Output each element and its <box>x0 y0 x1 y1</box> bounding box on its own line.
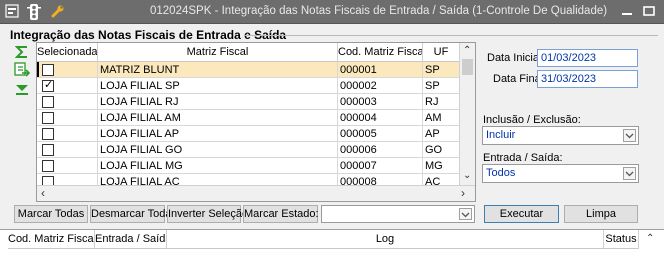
chevron-down-icon[interactable] <box>623 129 636 142</box>
column-header-uf[interactable]: UF <box>423 43 460 62</box>
grid-horizontal-scrollbar[interactable]: ‹ › <box>37 185 475 201</box>
selecionada-cell <box>37 62 98 78</box>
scroll-left-icon[interactable]: ‹ <box>41 187 45 199</box>
selecionada-cell <box>37 158 98 174</box>
uf-cell: MG <box>423 158 460 174</box>
table-row[interactable]: LOJA FILIAL AM 000004 AM <box>37 110 460 126</box>
title-bar: 012024SPK - Integração das Notas Fiscais… <box>0 0 664 24</box>
uf-cell: GO <box>423 142 460 158</box>
row-checkbox[interactable] <box>42 160 54 172</box>
column-header-matriz-fiscal[interactable]: Matriz Fiscal <box>98 43 338 62</box>
row-checkbox[interactable] <box>42 128 54 140</box>
data-inicial-field[interactable]: 01/03/2023 <box>537 49 638 67</box>
cod-matriz-cell: 000001 <box>338 62 423 78</box>
collapse-down-icon[interactable] <box>14 82 30 98</box>
cod-matriz-cell: 000006 <box>338 142 423 158</box>
row-checkbox[interactable] <box>42 96 54 108</box>
chevron-down-icon[interactable] <box>623 167 636 180</box>
uf-cell: SP <box>423 78 460 94</box>
log-column-entrada-saida[interactable]: Entrada / Saída <box>95 230 167 249</box>
scroll-right-icon[interactable]: › <box>461 187 465 199</box>
maximize-icon[interactable] <box>642 6 656 17</box>
traffic-light-icon[interactable] <box>26 4 42 20</box>
window-menu-icon[interactable] <box>4 4 20 20</box>
matriz-fiscal-cell: LOJA FILIAL SP <box>98 78 338 94</box>
table-row[interactable]: LOJA FILIAL MG 000007 MG <box>37 158 460 174</box>
log-column-status[interactable]: Status <box>604 230 639 249</box>
cod-matriz-cell: 000005 <box>338 126 423 142</box>
selecionada-cell <box>37 126 98 142</box>
inclusao-exclusao-label: Inclusão / Exclusão: <box>483 114 581 126</box>
data-inicial-label: Data Inicial: <box>487 52 545 64</box>
scroll-down-icon[interactable]: ⌄ <box>463 171 471 181</box>
grid-header: Selecionada Matriz Fiscal Cod. Matriz Fi… <box>37 43 460 62</box>
matriz-fiscal-grid: Selecionada Matriz Fiscal Cod. Matriz Fi… <box>36 42 476 202</box>
column-header-cod-matriz[interactable]: Cod. Matriz Fiscal <box>338 43 423 62</box>
data-final-field[interactable]: 31/03/2023 <box>537 70 638 88</box>
table-row[interactable]: ✓ LOJA FILIAL SP 000002 SP <box>37 78 460 94</box>
log-column-cod-matriz[interactable]: Cod. Matriz Fiscal <box>8 230 95 249</box>
uf-cell: RJ <box>423 94 460 110</box>
scroll-up-icon[interactable]: ⌃ <box>463 46 471 56</box>
uf-cell: SP <box>423 62 460 78</box>
row-checkbox[interactable] <box>42 64 54 76</box>
marcar-estado-select[interactable] <box>321 205 475 223</box>
table-row[interactable]: LOJA FILIAL GO 000006 GO <box>37 142 460 158</box>
cod-matriz-cell: 000004 <box>338 110 423 126</box>
grid-vertical-scrollbar[interactable]: ⌃ ⌄ <box>459 43 475 185</box>
entrada-saida-label: Entrada / Saída: <box>483 152 563 164</box>
matriz-fiscal-cell: LOJA FILIAL RJ <box>98 94 338 110</box>
marcar-todas-button[interactable]: Marcar Todas <box>14 205 88 223</box>
marcar-estado-button[interactable]: Marcar Estado: <box>243 205 319 223</box>
window-title: 012024SPK - Integração das Notas Fiscais… <box>150 5 608 17</box>
cod-matriz-cell: 000003 <box>338 94 423 110</box>
table-row[interactable]: LOJA FILIAL RJ 000003 RJ <box>37 94 460 110</box>
selecionada-cell <box>37 110 98 126</box>
executar-button[interactable]: Executar <box>484 205 559 223</box>
matriz-fiscal-cell: LOJA FILIAL GO <box>98 142 338 158</box>
uf-cell: AM <box>423 110 460 126</box>
matriz-fiscal-cell: MATRIZ BLUNT <box>98 62 338 78</box>
section-divider <box>244 35 658 36</box>
selecionada-cell <box>37 142 98 158</box>
selecionada-cell <box>37 94 98 110</box>
scroll-thumb[interactable] <box>462 59 473 75</box>
cod-matriz-cell: 000002 <box>338 78 423 94</box>
log-scroll-up-icon[interactable]: ⌃ <box>646 234 654 244</box>
log-column-log[interactable]: Log <box>167 230 604 249</box>
row-checkbox[interactable]: ✓ <box>42 79 54 92</box>
inclusao-exclusao-value: Incluir <box>486 129 516 141</box>
matriz-fiscal-cell: LOJA FILIAL AM <box>98 110 338 126</box>
export-icon[interactable] <box>14 62 30 78</box>
selecionada-cell: ✓ <box>37 78 98 94</box>
checkmark-icon: ✓ <box>44 79 54 91</box>
chevron-down-icon[interactable] <box>459 208 472 220</box>
limpa-button[interactable]: Limpa <box>564 205 638 223</box>
table-row[interactable]: MATRIZ BLUNT 000001 SP <box>37 62 460 78</box>
desmarcar-todas-button[interactable]: Desmarcar Todas <box>90 205 177 223</box>
current-row-indicator <box>37 62 39 77</box>
row-checkbox[interactable] <box>42 112 54 124</box>
entrada-saida-value: Todos <box>486 167 516 179</box>
row-checkbox[interactable] <box>42 144 54 156</box>
cod-matriz-cell: 000007 <box>338 158 423 174</box>
uf-cell: AP <box>423 126 460 142</box>
table-row[interactable]: LOJA FILIAL AP 000005 AP <box>37 126 460 142</box>
minimize-icon[interactable] <box>620 6 634 17</box>
matriz-fiscal-cell: LOJA FILIAL AP <box>98 126 338 142</box>
log-grid: Cod. Matriz Fiscal Entrada / Saída Log S… <box>0 229 664 259</box>
entrada-saida-select[interactable]: Todos <box>482 164 639 183</box>
sum-icon[interactable] <box>14 44 30 60</box>
inverter-selecao-button[interactable]: Inverter Seleção <box>167 205 248 223</box>
matriz-fiscal-cell: LOJA FILIAL MG <box>98 158 338 174</box>
column-header-selecionada[interactable]: Selecionada <box>37 43 98 62</box>
inclusao-exclusao-select[interactable]: Incluir <box>482 126 639 145</box>
wrench-icon[interactable] <box>50 4 66 20</box>
